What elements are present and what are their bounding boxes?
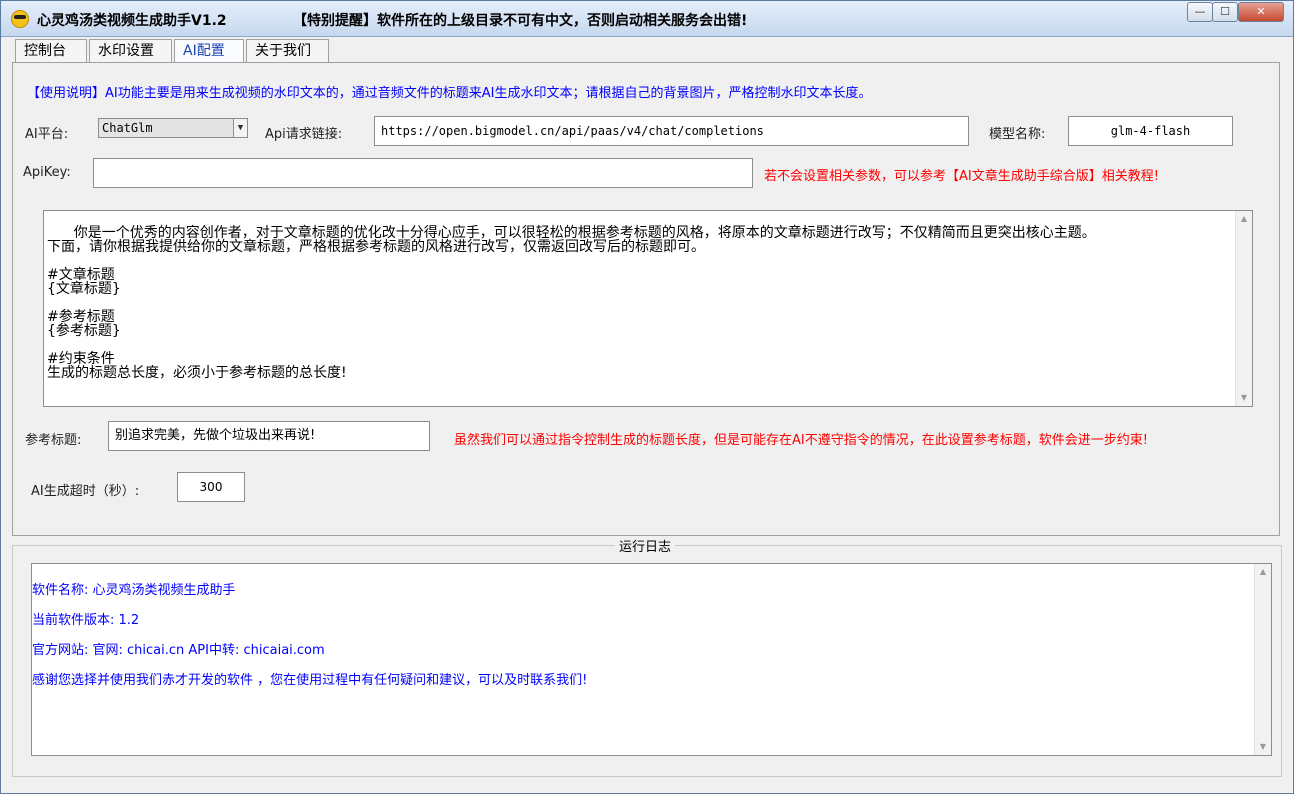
ref-title-input[interactable]: 别追求完美，先做个垃圾出来再说!: [108, 421, 430, 451]
scroll-down-icon[interactable]: ▼: [1236, 390, 1252, 406]
run-log-textarea[interactable]: 软件名称: 心灵鸡汤类视频生成助手 当前软件版本: 1.2 官方网站: 官网: …: [31, 563, 1272, 756]
tab-about-us[interactable]: 关于我们: [246, 39, 329, 63]
tab-bar: 控制台 水印设置 AI配置 关于我们: [11, 39, 1281, 64]
app-logo-icon: [11, 10, 29, 28]
usage-note: 【使用说明】AI功能主要是用来生成视频的水印文本的，通过音频文件的标题来AI生成…: [27, 86, 872, 101]
chevron-down-icon[interactable]: ▼: [233, 119, 247, 137]
prompt-text: 你是一个优秀的内容创作者，对于文章标题的优化改十分得心应手，可以很轻松的根据参考…: [47, 225, 1096, 381]
ai-config-panel: 【使用说明】AI功能主要是用来生成视频的水印文本的，通过音频文件的标题来AI生成…: [12, 62, 1280, 536]
model-name-input[interactable]: glm-4-flash: [1068, 116, 1233, 146]
main-window: 心灵鸡汤类视频生成助手V1.2 【特别提醒】软件所在的上级目录不可有中文，否则启…: [0, 0, 1294, 794]
platform-value: ChatGlm: [102, 121, 153, 135]
log-line: 当前软件版本: 1.2: [32, 613, 140, 628]
api-url-input[interactable]: https://open.bigmodel.cn/api/paas/v4/cha…: [374, 116, 969, 146]
title-notice: 【特别提醒】软件所在的上级目录不可有中文，否则启动相关服务会出错!: [293, 13, 748, 29]
close-button[interactable]: ✕: [1238, 2, 1284, 22]
ref-title-hint: 虽然我们可以通过指令控制生成的标题长度，但是可能存在AI不遵守指令的情况，在此设…: [454, 433, 1148, 448]
apikey-label: ApiKey:: [23, 165, 71, 180]
timeout-input[interactable]: 300: [177, 472, 245, 502]
model-name-label: 模型名称:: [989, 127, 1046, 142]
window-title: 心灵鸡汤类视频生成助手V1.2: [37, 13, 227, 29]
tab-watermark-settings[interactable]: 水印设置: [89, 39, 172, 63]
timeout-label: AI生成超时（秒）:: [31, 484, 140, 499]
platform-label: AI平台:: [25, 127, 69, 142]
run-log-group: 运行日志 软件名称: 心灵鸡汤类视频生成助手 当前软件版本: 1.2 官方网站:…: [12, 536, 1282, 777]
apikey-hint: 若不会设置相关参数，可以参考【AI文章生成助手综合版】相关教程!: [764, 169, 1159, 184]
log-line: 软件名称: 心灵鸡汤类视频生成助手: [32, 583, 236, 598]
scroll-up-icon[interactable]: ▲: [1255, 564, 1271, 580]
minimize-button[interactable]: —: [1187, 2, 1213, 22]
platform-select[interactable]: ChatGlm ▼: [98, 118, 248, 138]
scroll-down-icon[interactable]: ▼: [1255, 739, 1271, 755]
title-bar[interactable]: 心灵鸡汤类视频生成助手V1.2 【特别提醒】软件所在的上级目录不可有中文，否则启…: [1, 1, 1293, 37]
prompt-scrollbar[interactable]: ▲ ▼: [1235, 211, 1252, 406]
api-url-label: Api请求链接:: [265, 127, 343, 142]
log-line: 官方网站: 官网: chicai.cn API中转: chicaiai.com: [32, 643, 325, 658]
log-scrollbar[interactable]: ▲ ▼: [1254, 564, 1271, 755]
scroll-up-icon[interactable]: ▲: [1236, 211, 1252, 227]
prompt-textarea[interactable]: 你是一个优秀的内容创作者，对于文章标题的优化改十分得心应手，可以很轻松的根据参考…: [43, 210, 1253, 407]
tab-console[interactable]: 控制台: [15, 39, 87, 63]
maximize-button[interactable]: ☐: [1212, 2, 1238, 22]
run-log-caption: 运行日志: [615, 536, 676, 555]
log-line: 感谢您选择并使用我们赤才开发的软件 ，您在使用过程中有任何疑问和建议，可以及时联…: [32, 673, 588, 688]
tab-ai-config[interactable]: AI配置: [174, 39, 244, 64]
ref-title-label: 参考标题:: [25, 433, 82, 448]
apikey-input[interactable]: [93, 158, 753, 188]
